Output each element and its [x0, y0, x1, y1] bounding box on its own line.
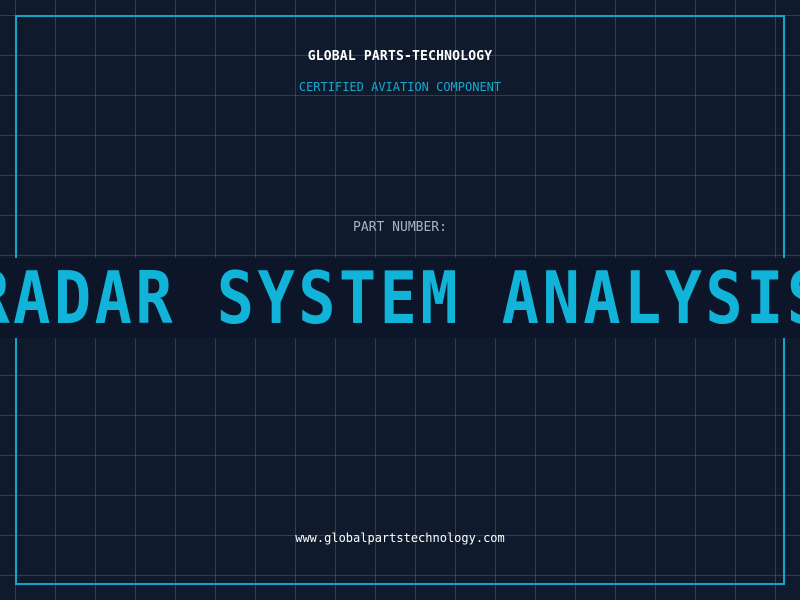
tagline: CERTIFIED AVIATION COMPONENT [298, 80, 502, 94]
part-number-label: PART NUMBER: [353, 220, 447, 235]
part-number-value: RADAR SYSTEM ANALYSIS [0, 258, 800, 338]
company-name: GLOBAL PARTS-TECHNOLOGY [307, 49, 493, 64]
website-url: www.globalpartstechnology.com [295, 531, 505, 545]
part-number-banner: RADAR SYSTEM ANALYSIS [0, 258, 800, 338]
label-card: GLOBAL PARTS-TECHNOLOGY CERTIFIED AVIATI… [0, 0, 800, 600]
